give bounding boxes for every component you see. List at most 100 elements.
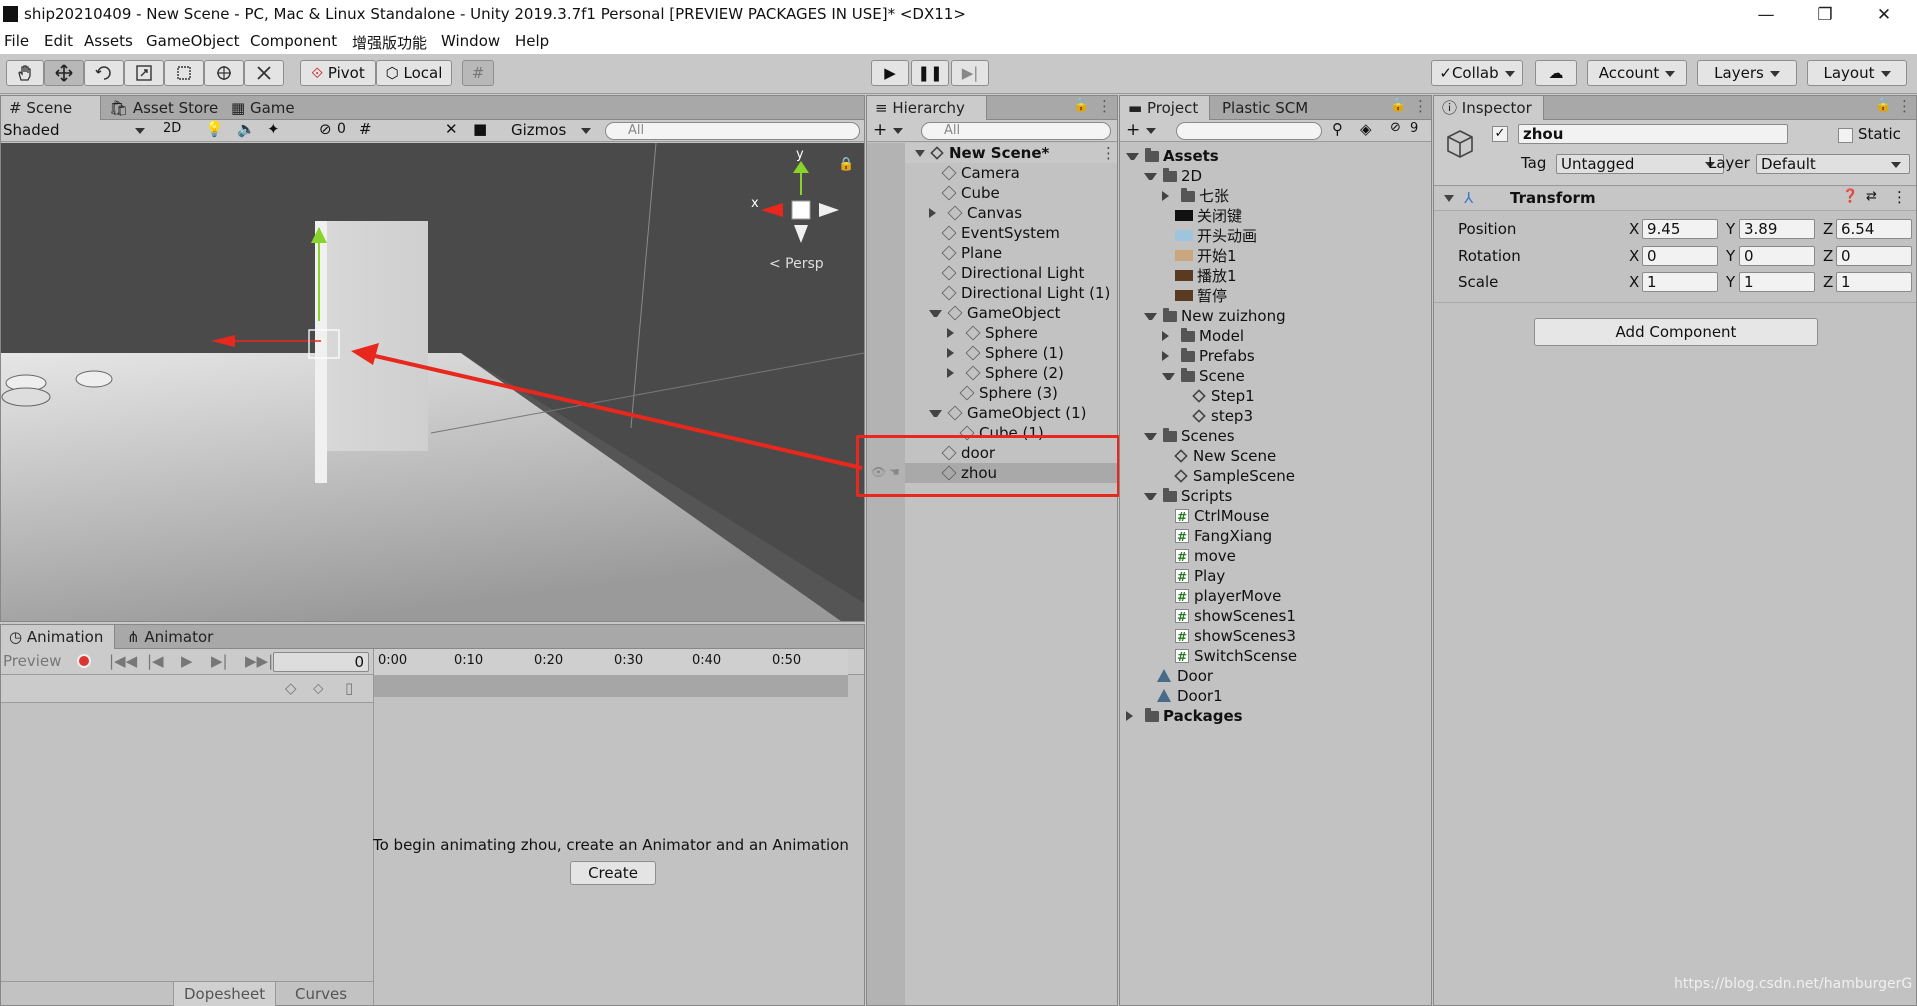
hierarchy-item[interactable]: door (905, 443, 1117, 463)
menu-gameobject[interactable]: GameObject (146, 32, 240, 50)
hidden-packages-icon[interactable]: ⊘ (1390, 120, 1401, 135)
project-item[interactable]: 七张 (1120, 186, 1430, 206)
hierarchy-item[interactable]: Directional Light (905, 263, 1117, 283)
project-item[interactable]: step3 (1120, 406, 1430, 426)
transform-header[interactable]: ⅄ Transform ❓ ⇄ ⋮ (1434, 187, 1916, 211)
project-add-button[interactable]: + (1126, 120, 1140, 140)
maximize-button[interactable]: ❐ (1800, 2, 1850, 28)
hierarchy-item[interactable]: Sphere (905, 323, 1117, 343)
project-item[interactable]: SampleScene (1120, 466, 1430, 486)
project-menu-icon[interactable]: ⋮ (1413, 97, 1428, 115)
hidden-objects-icon[interactable]: ⊘ (319, 120, 332, 138)
expand-chevron-down-icon[interactable] (1162, 373, 1175, 380)
expand-chevron-right-icon[interactable] (1126, 711, 1139, 721)
tab-animation[interactable]: ◷ Animation (1, 625, 115, 649)
record-icon[interactable] (77, 654, 91, 668)
project-item[interactable]: # move (1120, 546, 1430, 566)
hierarchy-menu-icon[interactable]: ⋮ (1097, 97, 1112, 115)
hierarchy-item[interactable]: zhou (905, 463, 1117, 483)
project-item[interactable]: # SwitchScense (1120, 646, 1430, 666)
hierarchy-item[interactable]: EventSystem (905, 223, 1117, 243)
expand-chevron-down-icon[interactable] (929, 410, 942, 417)
position-y-field[interactable]: 3.89 (1739, 219, 1815, 239)
expand-chevron-right-icon[interactable] (947, 348, 960, 358)
create-animation-button[interactable]: Create (570, 861, 656, 885)
tab-game[interactable]: ▦ Game (223, 96, 303, 120)
project-item[interactable]: Door1 (1120, 686, 1430, 706)
static-checkbox[interactable] (1838, 128, 1853, 143)
hierarchy-item[interactable]: GameObject (1) (905, 403, 1117, 423)
hierarchy-scene-row[interactable]: New Scene* ⋮ (905, 143, 1117, 163)
layout-dropdown[interactable]: Layout (1807, 60, 1907, 86)
menu-help[interactable]: Help (515, 32, 549, 50)
step-button[interactable]: ▶| (951, 60, 989, 86)
scale-tool-button[interactable] (124, 60, 164, 86)
hierarchy-item[interactable]: Cube (1) (905, 423, 1117, 443)
component-menu-icon[interactable]: ⋮ (1892, 188, 1907, 206)
visibility-eye-icon[interactable]: 👁 (871, 465, 886, 479)
rotation-y-field[interactable]: 0 (1739, 246, 1815, 266)
next-key-icon[interactable]: ▶| (211, 652, 228, 670)
help-icon[interactable]: ❓ (1842, 189, 1858, 204)
add-event-icon[interactable]: ⬦ (313, 679, 324, 697)
tab-plastic-scm[interactable]: Plastic SCM (1214, 96, 1316, 120)
grid-snap-button[interactable]: # (462, 60, 494, 86)
project-item[interactable]: Door (1120, 666, 1430, 686)
play-button[interactable]: ▶ (871, 60, 909, 86)
menu-window[interactable]: Window (441, 32, 500, 50)
hierarchy-item[interactable]: Camera (905, 163, 1117, 183)
expand-chevron-down-icon[interactable] (1144, 313, 1157, 320)
rotation-x-field[interactable]: 0 (1642, 246, 1718, 266)
expand-chevron-down-icon[interactable] (1144, 433, 1157, 440)
project-item[interactable]: 开头动画 (1120, 226, 1430, 246)
hierarchy-item[interactable]: GameObject (905, 303, 1117, 323)
hand-tool-button[interactable] (6, 60, 44, 86)
camera-icon[interactable]: ■ (473, 120, 487, 138)
filter-label-icon[interactable]: ◈ (1360, 120, 1372, 138)
scene-search-input[interactable]: All (605, 122, 860, 140)
tab-animator[interactable]: ⋔ Animator (119, 625, 221, 649)
rect-tool-button[interactable] (164, 60, 204, 86)
menu-assets[interactable]: Assets (84, 32, 133, 50)
scene-menu-icon[interactable]: ⋮ (1101, 143, 1116, 163)
effects-icon[interactable]: ✦ (267, 120, 280, 138)
project-item[interactable]: 关闭键 (1120, 206, 1430, 226)
hierarchy-add-button[interactable]: + (873, 120, 887, 140)
expand-chevron-right-icon[interactable] (947, 328, 960, 338)
hierarchy-item[interactable]: Canvas (905, 203, 1117, 223)
dopesheet-tab[interactable]: Dopesheet (173, 982, 277, 1006)
position-z-field[interactable]: 6.54 (1836, 219, 1912, 239)
grid-toggle-icon[interactable]: # (359, 120, 372, 138)
pivot-toggle[interactable]: ⟐ Pivot (300, 60, 376, 86)
layer-dropdown[interactable]: Default (1756, 154, 1910, 174)
first-key-icon[interactable]: |◀◀ (109, 652, 137, 670)
transform-tool-button[interactable] (204, 60, 244, 86)
shading-mode-dropdown[interactable]: Shaded (3, 121, 60, 139)
project-item[interactable]: # playerMove (1120, 586, 1430, 606)
hierarchy-item[interactable]: Cube (905, 183, 1117, 203)
project-lock-icon[interactable]: 🔒 (1390, 98, 1406, 113)
hierarchy-search-input[interactable]: All (921, 122, 1111, 140)
project-item[interactable]: New zuizhong (1120, 306, 1430, 326)
pickable-hand-icon[interactable]: ☚ (889, 465, 900, 479)
project-item[interactable]: Model (1120, 326, 1430, 346)
active-checkbox[interactable]: ✓ (1492, 126, 1508, 142)
scale-x-field[interactable]: 1 (1642, 272, 1718, 292)
close-button[interactable]: ✕ (1859, 2, 1909, 28)
tab-scene[interactable]: # Scene (1, 96, 101, 120)
project-item[interactable]: 暂停 (1120, 286, 1430, 306)
event-marker-icon[interactable]: ▯ (345, 679, 353, 697)
tag-dropdown[interactable]: Untagged (1556, 154, 1724, 174)
project-item[interactable]: Packages (1120, 706, 1430, 726)
expand-chevron-right-icon[interactable] (929, 208, 942, 218)
tab-asset-store[interactable]: 🛍 Asset Store (101, 96, 226, 120)
filter-type-icon[interactable]: ⚲ (1332, 120, 1343, 138)
menu-component[interactable]: Component (250, 32, 337, 50)
add-component-button[interactable]: Add Component (1534, 318, 1818, 346)
project-item[interactable]: Scene (1120, 366, 1430, 386)
custom-tool-button[interactable] (244, 60, 284, 86)
expand-chevron-down-icon[interactable] (1126, 153, 1139, 160)
tools-icon-2[interactable]: ✕ (445, 120, 458, 138)
project-item[interactable]: Assets (1120, 146, 1430, 166)
project-item[interactable]: # FangXiang (1120, 526, 1430, 546)
